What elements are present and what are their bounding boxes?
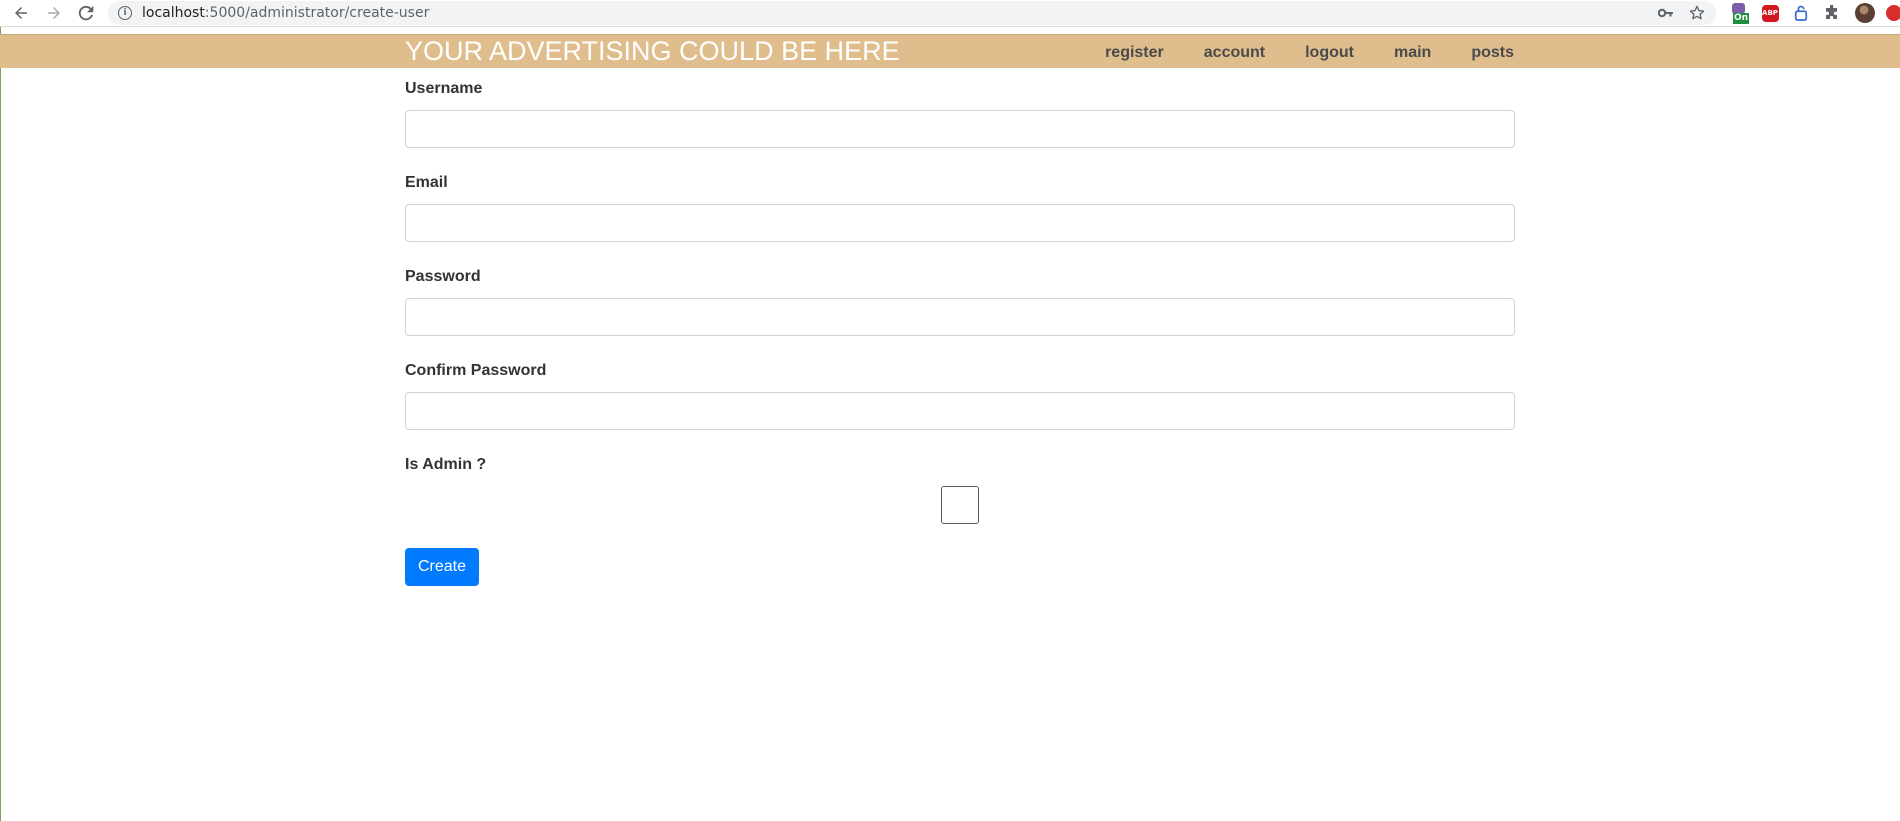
- is-admin-checkbox[interactable]: [941, 486, 979, 524]
- extension-on-icon[interactable]: On: [1729, 3, 1749, 24]
- nav-link-posts[interactable]: posts: [1471, 43, 1514, 63]
- adblock-label: ABP: [1761, 4, 1779, 22]
- reload-icon[interactable]: [75, 2, 97, 24]
- email-input[interactable]: [405, 204, 1515, 242]
- nav-link-register[interactable]: register: [1105, 43, 1164, 63]
- address-bar[interactable]: i localhost:5000/administrator/create-us…: [108, 1, 1716, 25]
- username-label: Username: [405, 80, 483, 97]
- star-icon[interactable]: [1688, 4, 1706, 22]
- site-header: YOUR ADVERTISING COULD BE HERE register …: [0, 34, 1900, 68]
- nav-link-account[interactable]: account: [1204, 43, 1265, 63]
- key-icon[interactable]: [1657, 6, 1674, 20]
- password-label: Password: [405, 268, 481, 285]
- url-path: :5000/administrator/create-user: [204, 5, 430, 21]
- main-nav: register account logout main posts: [1065, 43, 1514, 63]
- extension-badge: On: [1733, 13, 1749, 24]
- back-arrow-icon[interactable]: [10, 2, 32, 24]
- lock-extension-icon[interactable]: [1791, 3, 1811, 23]
- window-edge: [0, 27, 1, 821]
- puzzle-icon[interactable]: [1822, 3, 1842, 23]
- email-label: Email: [405, 174, 448, 191]
- confirm-password-input[interactable]: [405, 392, 1515, 430]
- create-button[interactable]: Create: [405, 548, 479, 586]
- info-icon[interactable]: i: [118, 6, 132, 20]
- username-input[interactable]: [405, 110, 1515, 148]
- url-host: localhost: [142, 5, 205, 21]
- nav-link-main[interactable]: main: [1394, 43, 1431, 63]
- nav-link-logout[interactable]: logout: [1305, 43, 1354, 63]
- is-admin-label: Is Admin ?: [405, 456, 487, 473]
- password-input[interactable]: [405, 298, 1515, 336]
- browser-toolbar: i localhost:5000/administrator/create-us…: [0, 0, 1900, 27]
- forward-arrow-icon[interactable]: [43, 2, 65, 24]
- url-text[interactable]: localhost:5000/administrator/create-user: [142, 5, 429, 21]
- brand-title[interactable]: YOUR ADVERTISING COULD BE HERE: [405, 35, 900, 67]
- avatar[interactable]: [1855, 3, 1875, 23]
- confirm-password-label: Confirm Password: [405, 362, 547, 379]
- extension-icon[interactable]: [1886, 5, 1900, 21]
- adblock-icon[interactable]: ABP: [1760, 3, 1780, 23]
